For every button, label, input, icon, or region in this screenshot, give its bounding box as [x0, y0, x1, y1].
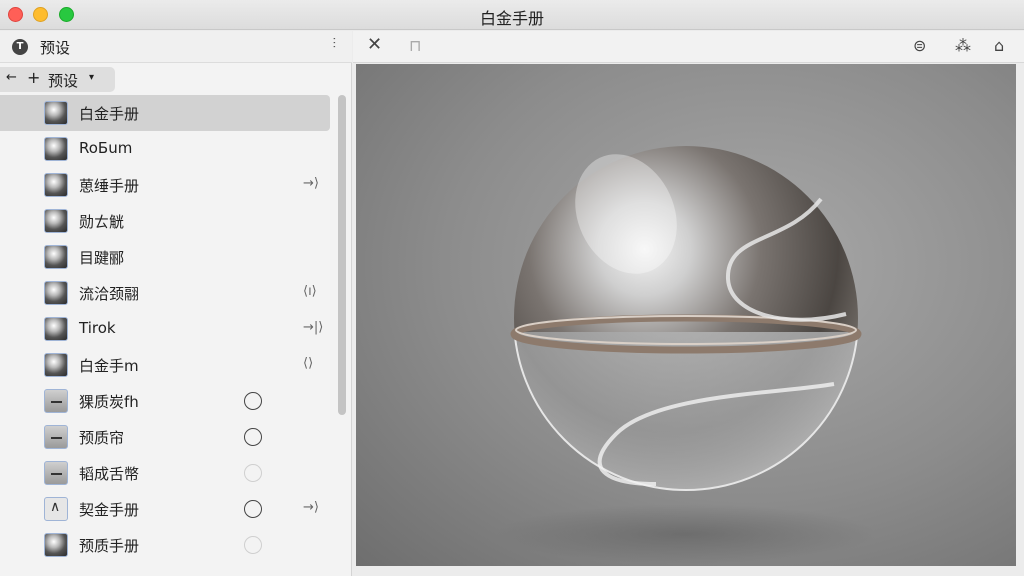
preset-label: 预质手册	[79, 537, 140, 555]
preset-label: 目踺郦	[79, 249, 125, 267]
app-logo-icon: T	[12, 39, 28, 55]
preset-item[interactable]: Tirok →|⟩	[0, 311, 330, 347]
preset-label: Tirok	[79, 319, 116, 337]
preset-action-icon[interactable]: ⟨⟩	[303, 356, 313, 371]
preset-thumbnail	[44, 353, 68, 377]
preset-action-icon[interactable]: ⟨ı⟩	[303, 284, 317, 299]
preset-thumbnail	[44, 533, 68, 557]
viewer-toolbar: ✕ ⊓ ⊜ ⁂ ⌂	[353, 31, 1024, 63]
preset-item[interactable]: 契金手册 →⟩	[0, 491, 330, 527]
preset-radio[interactable]	[244, 536, 262, 554]
preset-label: 白金手m	[79, 357, 139, 375]
preset-thumbnail	[44, 425, 68, 449]
sidebar: T 预设 ⫶ ← + 预设 ▾ 白金手册 RoБum 葸缍手册 →⟩ 勋ㄊ觥目踺郦流洽颈…	[0, 31, 352, 576]
preset-action-icon[interactable]: →⟩	[303, 500, 319, 515]
preset-item[interactable]: 流洽颈翮 ⟨ı⟩	[0, 275, 330, 311]
material-preview[interactable]	[356, 64, 1016, 566]
breadcrumb-label: 预设	[48, 72, 79, 90]
preset-radio[interactable]	[244, 464, 262, 482]
preset-item[interactable]: 预质帘	[0, 419, 330, 455]
preset-label: 勋ㄊ觥	[79, 213, 125, 231]
close-icon[interactable]: ✕	[367, 34, 382, 55]
preset-thumbnail	[44, 245, 68, 269]
preset-thumbnail	[44, 389, 68, 413]
grid-icon[interactable]: ⁂	[955, 36, 971, 55]
preset-item[interactable]: 葸缍手册 →⟩	[0, 167, 330, 203]
scrollbar-thumb[interactable]	[338, 95, 346, 415]
preset-thumbnail	[44, 281, 68, 305]
breadcrumb[interactable]: ← + 预设 ▾	[0, 67, 115, 92]
preset-item[interactable]: 预质手册	[0, 527, 330, 563]
pin-icon[interactable]: ⊓	[409, 36, 421, 55]
adjust-icon[interactable]: ⫶	[333, 36, 337, 52]
sphere-render	[496, 146, 876, 564]
preset-label: 葸缍手册	[79, 177, 140, 195]
chevron-down-icon[interactable]: ▾	[89, 72, 94, 83]
sidebar-header: T 预设 ⫶	[0, 31, 352, 63]
preset-radio[interactable]	[244, 500, 262, 518]
preset-label: 预质帘	[79, 429, 125, 447]
preset-label: 白金手册	[79, 105, 140, 123]
preset-label: 流洽颈翮	[79, 285, 140, 303]
back-arrow-icon[interactable]: ←	[6, 70, 17, 85]
preset-thumbnail	[44, 137, 68, 161]
preset-label: 猓质炭fh	[79, 393, 139, 411]
preset-thumbnail	[44, 461, 68, 485]
sidebar-title: 预设	[40, 39, 71, 57]
preset-action-icon[interactable]: →⟩	[303, 176, 319, 191]
preset-item[interactable]: 目踺郦	[0, 239, 330, 275]
preset-thumbnail	[44, 173, 68, 197]
preset-thumbnail	[44, 209, 68, 233]
title-bar: 白金手册	[0, 0, 1024, 30]
preset-label: 韬成舌幣	[79, 465, 140, 483]
preset-item[interactable]: 白金手m ⟨⟩	[0, 347, 330, 383]
preset-item[interactable]: 韬成舌幣	[0, 455, 330, 491]
preset-item[interactable]: 白金手册	[0, 95, 330, 131]
view-icon[interactable]: ⊜	[913, 36, 926, 55]
preset-thumbnail	[44, 101, 68, 125]
preset-radio[interactable]	[244, 392, 262, 410]
preset-item[interactable]: 勋ㄊ觥	[0, 203, 330, 239]
bookmark-icon[interactable]: ⌂	[994, 36, 1004, 55]
preset-action-icon[interactable]: →|⟩	[303, 320, 323, 335]
scrollbar[interactable]	[338, 95, 346, 575]
window-title: 白金手册	[479, 9, 544, 28]
preset-list: 白金手册 RoБum 葸缍手册 →⟩ 勋ㄊ觥目踺郦流洽颈翮 ⟨ı⟩ Tirok →|⟩ 白金手m…	[0, 95, 335, 563]
preset-radio[interactable]	[244, 428, 262, 446]
preset-label: RoБum	[79, 139, 133, 157]
preset-thumbnail	[44, 317, 68, 341]
preset-thumbnail	[44, 497, 68, 521]
preset-label: 契金手册	[79, 501, 140, 519]
add-icon[interactable]: +	[27, 68, 40, 87]
preset-item[interactable]: 猓质炭fh	[0, 383, 330, 419]
preset-item[interactable]: RoБum	[0, 131, 330, 167]
